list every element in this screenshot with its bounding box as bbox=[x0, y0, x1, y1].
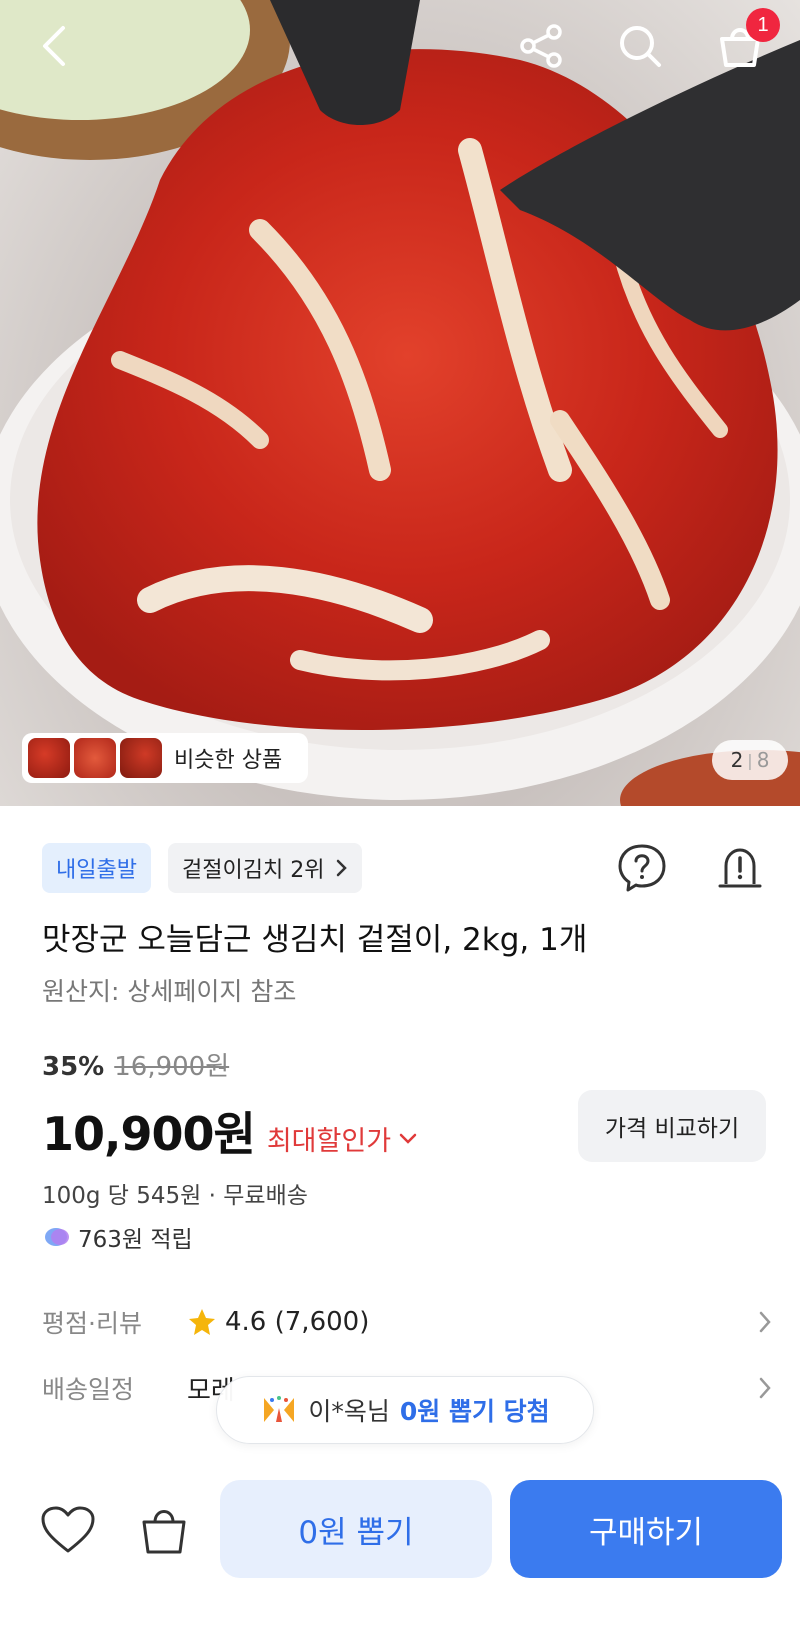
points-icon bbox=[45, 1228, 69, 1246]
similar-thumbnail bbox=[120, 738, 162, 778]
rating-value: 4.6 (7,600) bbox=[225, 1307, 370, 1337]
zero-won-draw-button[interactable]: 0원 뽑기 bbox=[220, 1480, 492, 1578]
price-compare-button[interactable]: 가격 비교하기 bbox=[578, 1090, 766, 1162]
winner-prize: 0원 뽑기 당첨 bbox=[399, 1397, 550, 1426]
help-button[interactable] bbox=[614, 840, 670, 896]
winner-name: 이*옥님 bbox=[308, 1397, 390, 1426]
party-popper-icon bbox=[264, 1396, 295, 1422]
back-button[interactable] bbox=[30, 18, 78, 74]
unit-price-shipping: 100g 당 545원 · 무료배송 bbox=[42, 1183, 308, 1209]
rating-review-row[interactable]: 평점·리뷰 4.6 (7,600) bbox=[42, 1300, 772, 1344]
pager-divider: | bbox=[747, 750, 753, 770]
similar-products-button[interactable]: 비슷한 상품 bbox=[22, 733, 308, 783]
product-origin: 원산지: 상세페이지 참조 bbox=[42, 977, 297, 1006]
buy-now-button[interactable]: 구매하기 bbox=[510, 1480, 782, 1578]
chevron-right-icon bbox=[759, 1377, 771, 1399]
image-pager: 2 | 8 bbox=[712, 740, 788, 780]
product-title: 맛장군 오늘담근 생김치 겉절이, 2kg, 1개 bbox=[42, 922, 588, 958]
alert-bell-icon bbox=[718, 848, 762, 888]
ranking-chip-label: 겉절이김치 2위 bbox=[182, 858, 325, 883]
draw-label: 0원 뽑기 bbox=[298, 1514, 414, 1551]
max-discount-toggle[interactable]: 최대할인가 bbox=[267, 1119, 417, 1158]
delivery-badge: 내일출발 bbox=[42, 843, 151, 893]
delivery-label: 배송일정 bbox=[42, 1375, 135, 1404]
similar-thumbnail bbox=[74, 738, 116, 778]
shopping-bag-icon bbox=[142, 1510, 186, 1554]
wishlist-button[interactable] bbox=[38, 1500, 98, 1560]
points-row: 763원 적립 bbox=[42, 1220, 193, 1254]
price-row: 10,900원 최대할인가 bbox=[42, 1098, 417, 1164]
cart-count-badge: 1 bbox=[746, 8, 780, 42]
add-to-cart-button[interactable] bbox=[134, 1500, 194, 1560]
product-image-gallery[interactable]: 1 비슷한 상품 2 | 8 bbox=[0, 0, 800, 806]
chevron-left-icon bbox=[43, 26, 65, 66]
discount-percent: 35% bbox=[42, 1052, 105, 1082]
search-icon bbox=[620, 26, 661, 67]
question-circle-icon bbox=[618, 844, 666, 892]
heart-icon bbox=[41, 1506, 95, 1553]
rating-value-wrap: 4.6 (7,600) bbox=[187, 1307, 369, 1337]
rating-label: 평점·리뷰 bbox=[42, 1309, 142, 1338]
chevron-right-icon bbox=[337, 859, 348, 877]
share-icon bbox=[520, 24, 562, 68]
search-button[interactable] bbox=[612, 18, 668, 74]
original-price: 16,900원 bbox=[114, 1052, 230, 1082]
discount-row: 35% 16,900원 bbox=[42, 1046, 229, 1083]
share-button[interactable] bbox=[514, 18, 570, 74]
pager-current: 2 bbox=[730, 748, 744, 772]
winner-toast: 이*옥님 0원 뽑기 당첨 bbox=[216, 1376, 594, 1444]
delivery-badge-label: 내일출발 bbox=[56, 858, 137, 883]
product-photo bbox=[0, 0, 800, 806]
sale-price: 10,900원 bbox=[42, 1107, 256, 1161]
chevron-right-icon bbox=[759, 1311, 771, 1333]
ranking-chip[interactable]: 겉절이김치 2위 bbox=[168, 843, 363, 893]
points-label: 763원 적립 bbox=[78, 1227, 193, 1253]
similar-products-label: 비슷한 상품 bbox=[174, 748, 283, 773]
similar-thumbnail bbox=[28, 738, 70, 778]
price-compare-label: 가격 비교하기 bbox=[604, 1116, 740, 1142]
max-discount-label: 최대할인가 bbox=[266, 1126, 392, 1157]
star-icon bbox=[189, 1309, 215, 1335]
report-button[interactable] bbox=[712, 840, 768, 896]
pager-total: 8 bbox=[756, 748, 770, 772]
buy-label: 구매하기 bbox=[588, 1514, 704, 1551]
chevron-down-icon bbox=[399, 1133, 417, 1144]
